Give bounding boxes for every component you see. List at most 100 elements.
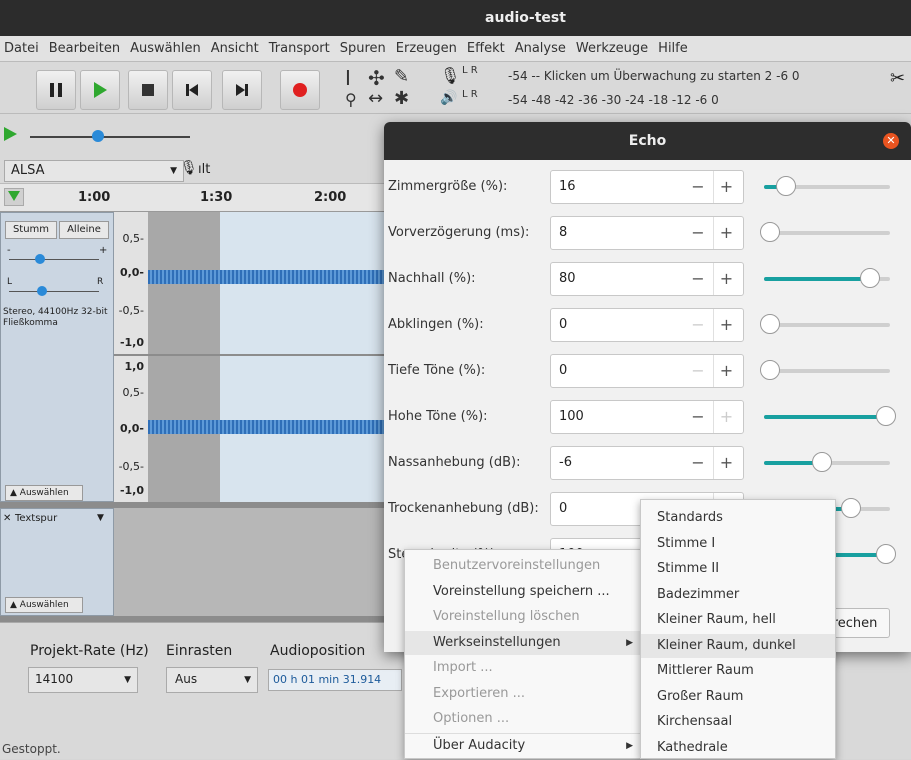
echo-param-value[interactable]: 0	[559, 317, 567, 332]
decrement-button[interactable]: −	[685, 263, 711, 295]
echo-param-slider[interactable]	[760, 222, 890, 242]
close-icon[interactable]: ✕	[883, 133, 899, 149]
cut-icon[interactable]: ✂	[890, 68, 905, 89]
slider-knob[interactable]	[841, 498, 862, 518]
factory-preset-item[interactable]: Kleiner Raum, dunkel	[641, 633, 835, 658]
decrement-button[interactable]: −	[685, 447, 711, 479]
increment-button[interactable]: +	[713, 355, 739, 387]
pan-slider[interactable]	[9, 291, 99, 292]
factory-preset-item[interactable]: Badezimmer	[641, 583, 835, 607]
factory-preset-item[interactable]: Stimme II	[641, 557, 835, 581]
menu-spuren[interactable]: Spuren	[340, 41, 386, 56]
echo-param-slider[interactable]	[764, 176, 890, 196]
skip-start-button[interactable]	[172, 70, 212, 110]
gain-slider-knob[interactable]	[35, 254, 45, 264]
menu-datei[interactable]: Datei	[4, 41, 39, 56]
factory-preset-item[interactable]: Kirchensaal	[641, 710, 835, 734]
echo-param-field[interactable]: 16 − +	[550, 170, 744, 204]
track-select-button[interactable]: ▲ Auswählen	[5, 485, 83, 501]
input-device-value[interactable]: ılt	[198, 162, 210, 177]
label-track-area[interactable]	[114, 508, 388, 616]
echo-param-value[interactable]: -6	[559, 455, 572, 470]
echo-param-field[interactable]: 0 −+	[550, 354, 744, 388]
factory-preset-item[interactable]: Standards	[641, 506, 835, 530]
mute-button[interactable]: Stumm	[5, 221, 57, 239]
zoom-tool-icon[interactable]: ⚲	[345, 90, 357, 109]
decrement-button[interactable]: −	[685, 309, 711, 341]
echo-param-slider[interactable]	[764, 268, 890, 288]
pause-button[interactable]	[36, 70, 76, 110]
echo-param-slider[interactable]	[764, 452, 890, 472]
audio-position-field[interactable]: 00 h 01 min 31.914	[268, 669, 402, 691]
decrement-button[interactable]: −	[685, 171, 711, 203]
factory-preset-item[interactable]: Stimme I	[641, 532, 835, 556]
menu-effekt[interactable]: Effekt	[467, 41, 505, 56]
slider-knob[interactable]	[876, 544, 896, 564]
menu-transport[interactable]: Transport	[269, 41, 330, 56]
decrement-button[interactable]: −	[685, 217, 711, 249]
multi-tool-icon[interactable]: ✱	[394, 88, 409, 109]
timeline-options-button[interactable]	[4, 188, 24, 206]
context-menu-item[interactable]: Über Audacity ▶	[405, 732, 643, 757]
decrement-button[interactable]: −	[685, 355, 711, 387]
play-button[interactable]	[80, 70, 120, 110]
increment-button[interactable]: +	[713, 401, 739, 433]
project-rate-select[interactable]: 14100 ▼	[28, 667, 138, 693]
increment-button[interactable]: +	[713, 309, 739, 341]
echo-param-value[interactable]: 80	[559, 271, 576, 286]
speed-slider[interactable]	[30, 136, 190, 138]
slider-knob[interactable]	[876, 406, 896, 426]
gain-slider[interactable]	[9, 259, 99, 260]
echo-param-field[interactable]: 0 −+	[550, 308, 744, 342]
increment-button[interactable]: +	[713, 171, 739, 203]
factory-preset-item[interactable]: Kleiner Raum, hell	[641, 608, 835, 632]
echo-param-value[interactable]: 0	[559, 363, 567, 378]
speed-slider-knob[interactable]	[92, 130, 104, 142]
context-menu-item[interactable]: Werkseinstellungen ▶	[405, 630, 643, 655]
play-at-speed-button[interactable]	[2, 126, 22, 146]
record-meter[interactable]: -54 -- Klicken um Überwachung zu starten…	[508, 69, 800, 83]
factory-preset-item[interactable]: Großer Raum	[641, 685, 835, 709]
echo-param-value[interactable]: 0	[559, 501, 567, 516]
solo-button[interactable]: Alleine	[59, 221, 109, 239]
menu-erzeugen[interactable]: Erzeugen	[396, 41, 457, 56]
audio-host-select[interactable]: ALSA ▼	[4, 160, 184, 182]
close-icon[interactable]: ✕	[3, 513, 11, 524]
echo-param-slider[interactable]	[760, 360, 890, 380]
playback-meter[interactable]: -54 -48 -42 -36 -30 -24 -18 -12 -6 0	[508, 93, 719, 107]
echo-param-field[interactable]: 100 −+	[550, 400, 744, 434]
echo-param-value[interactable]: 8	[559, 225, 567, 240]
echo-param-value[interactable]: 100	[559, 409, 584, 424]
slider-knob[interactable]	[776, 176, 797, 196]
label-track-select-button[interactable]: ▲ Auswählen	[5, 597, 83, 613]
decrement-button[interactable]: −	[685, 401, 711, 433]
label-track-name[interactable]: Textspur	[15, 513, 57, 524]
stop-button[interactable]	[128, 70, 168, 110]
echo-param-slider[interactable]	[760, 314, 890, 334]
echo-param-value[interactable]: 16	[559, 179, 576, 194]
chevron-down-icon[interactable]: ▼	[97, 513, 104, 523]
menu-bearbeiten[interactable]: Bearbeiten	[49, 41, 120, 56]
increment-button[interactable]: +	[713, 447, 739, 479]
slider-knob[interactable]	[812, 452, 833, 472]
menu-hilfe[interactable]: Hilfe	[658, 41, 688, 56]
selection-tool-icon[interactable]: I	[345, 68, 351, 88]
record-button[interactable]	[280, 70, 320, 110]
slider-knob[interactable]	[760, 314, 780, 334]
snap-select[interactable]: Aus ▼	[166, 667, 258, 693]
pan-slider-knob[interactable]	[37, 286, 47, 296]
menu-ansicht[interactable]: Ansicht	[211, 41, 259, 56]
envelope-tool-icon[interactable]: ✣	[368, 66, 385, 90]
slider-knob[interactable]	[760, 360, 780, 380]
echo-param-field[interactable]: -6 − +	[550, 446, 744, 480]
menu-analyse[interactable]: Analyse	[515, 41, 566, 56]
draw-tool-icon[interactable]: ✎	[394, 66, 409, 87]
slider-knob[interactable]	[760, 222, 780, 242]
skip-end-button[interactable]	[222, 70, 262, 110]
context-menu-item[interactable]: Voreinstellung speichern ...	[405, 580, 643, 604]
echo-param-field[interactable]: 8 − +	[550, 216, 744, 250]
increment-button[interactable]: +	[713, 217, 739, 249]
echo-param-slider[interactable]	[764, 406, 896, 426]
factory-preset-item[interactable]: Kathedrale	[641, 736, 835, 760]
factory-preset-item[interactable]: Mittlerer Raum	[641, 659, 835, 683]
